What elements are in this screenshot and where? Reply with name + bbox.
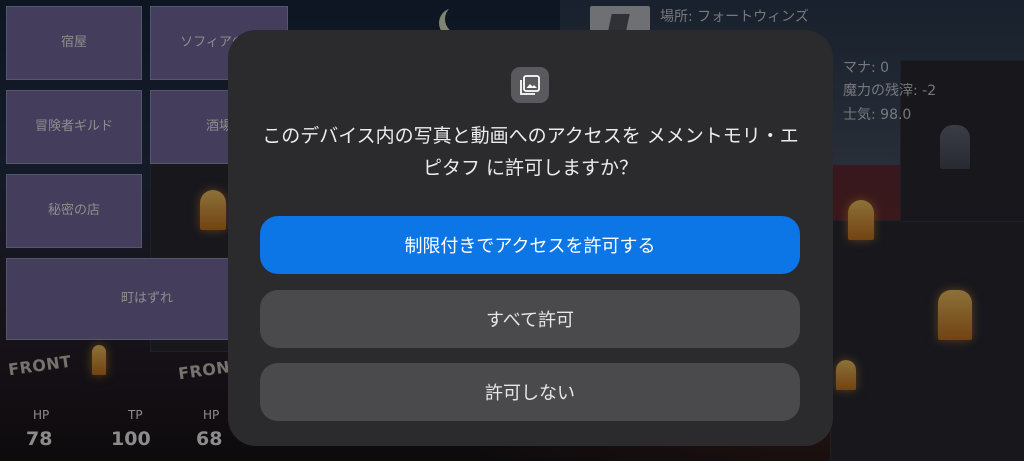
allow-all-button[interactable]: すべて許可	[260, 290, 800, 348]
allow-all-label: すべて許可	[485, 310, 575, 331]
photo-library-icon	[511, 67, 549, 103]
allow-limited-button[interactable]: 制限付きでアクセスを許可する	[260, 216, 800, 274]
permission-dialog: このデバイス内の写真と動画へのアクセスを メメントモリ・エピタフ に許可しますか…	[228, 30, 833, 446]
allow-limited-label: 制限付きでアクセスを許可する	[404, 236, 656, 257]
dialog-message: このデバイス内の写真と動画へのアクセスを メメントモリ・エピタフ に許可しますか…	[262, 125, 799, 179]
deny-label: 許可しない	[485, 383, 575, 404]
deny-button[interactable]: 許可しない	[260, 363, 800, 421]
